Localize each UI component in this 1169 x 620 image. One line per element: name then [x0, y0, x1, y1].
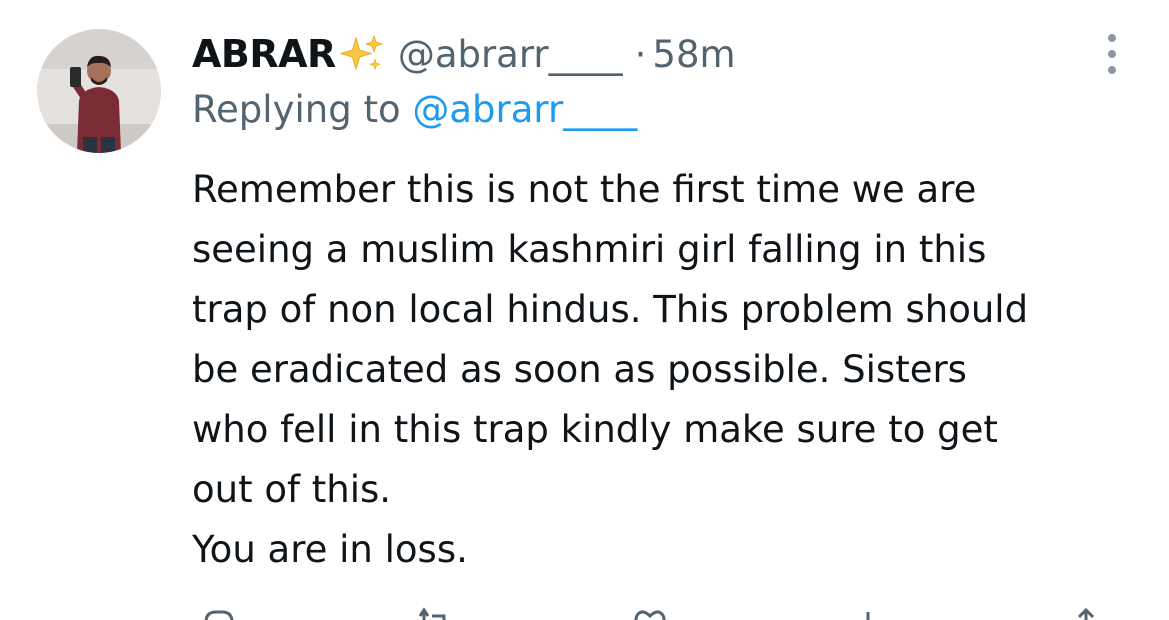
tweet-text-line: who fell in this trap kindly make sure t… — [192, 408, 998, 451]
tweet[interactable]: ABRAR @abrarr____ · 58m Replying to @abr… — [0, 0, 1169, 620]
tweet-text-line: be eradicated as soon as possible. Siste… — [192, 348, 967, 391]
like-icon — [634, 610, 666, 620]
separator-dot: · — [634, 32, 647, 76]
tweet-text-line: Remember this is not the first time we a… — [192, 168, 977, 211]
reply-icon — [204, 610, 234, 620]
reply-button[interactable] — [200, 606, 236, 620]
action-bar — [192, 606, 1112, 620]
avatar[interactable] — [37, 29, 161, 153]
tweet-header: ABRAR @abrarr____ · 58m — [192, 28, 736, 80]
views-button[interactable] — [852, 606, 888, 620]
views-icon — [866, 612, 878, 620]
retweet-icon — [418, 607, 446, 620]
tweet-text-line: trap of non local hindus. This problem s… — [192, 288, 1029, 331]
author-name[interactable]: ABRAR — [192, 32, 336, 76]
more-dot — [1108, 66, 1116, 74]
replying-to: Replying to @abrarr____ — [192, 88, 637, 131]
share-icon — [1077, 607, 1095, 620]
reply-to-handle-link[interactable]: @abrarr____ — [412, 88, 637, 131]
tweet-text-line: seeing a muslim kashmiri girl falling in… — [192, 228, 987, 271]
tweet-text-line: You are in loss. — [192, 528, 468, 571]
tweet-text: Remember this is not the first time we a… — [192, 160, 1152, 580]
timestamp[interactable]: 58m — [652, 33, 735, 76]
replying-to-label: Replying to — [192, 88, 401, 131]
sparkles-icon — [338, 34, 386, 74]
retweet-button[interactable] — [414, 606, 454, 620]
like-button[interactable] — [632, 606, 668, 620]
more-vertical-icon[interactable] — [1100, 34, 1124, 74]
more-dot — [1108, 50, 1116, 58]
share-button[interactable] — [1068, 606, 1104, 620]
author-handle[interactable]: @abrarr____ — [398, 33, 623, 76]
more-dot — [1108, 34, 1116, 42]
tweet-text-line: out of this. — [192, 468, 392, 511]
